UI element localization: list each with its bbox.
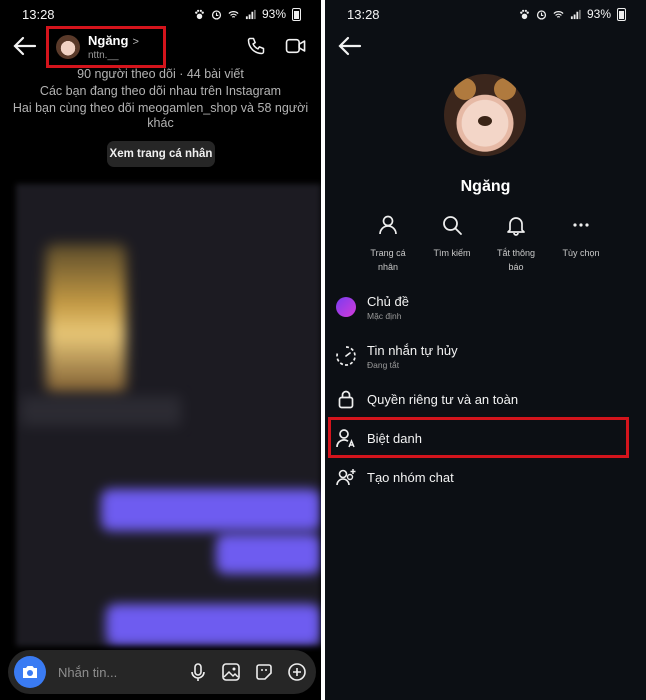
alarm-icon — [211, 9, 222, 20]
status-time: 13:28 — [347, 6, 380, 22]
common-follow-note-cont: khác — [147, 116, 174, 130]
menu-item-theme[interactable]: Chủ đề Mặc định — [325, 287, 646, 327]
battery-percent: 93% — [586, 7, 611, 21]
search-action[interactable]: Tìm kiếm — [422, 214, 482, 260]
video-camera-icon[interactable] — [285, 37, 307, 55]
mutual-follow-note: Các bạn đang theo dõi nhau trên Instagra… — [39, 84, 282, 98]
bell-icon — [507, 217, 525, 236]
profile-action[interactable]: Trang cá nhân — [358, 214, 418, 274]
menu-item-privacy[interactable]: Quyền riêng tư và an toàn — [325, 379, 646, 419]
menu-subtitle: Mặc định — [367, 310, 402, 321]
phone-icon[interactable] — [246, 36, 266, 56]
menu-title: Tin nhắn tự hủy — [367, 342, 458, 358]
microphone-icon[interactable] — [188, 662, 208, 682]
menu-item-create-group[interactable]: Tạo nhóm chat — [325, 457, 646, 497]
action-label-cont: nhân — [377, 262, 399, 272]
message-input[interactable] — [58, 664, 178, 680]
lock-icon — [338, 390, 354, 409]
nickname-highlight — [328, 417, 629, 458]
sticker-icon[interactable] — [254, 662, 274, 682]
paw-icon — [195, 9, 204, 19]
chat-details-screen: 13:28 93% Ngăng Trang cá nhân Tìm kiếm Tắ… — [325, 0, 646, 700]
options-action[interactable]: Tùy chọn — [551, 214, 611, 260]
wifi-icon — [553, 10, 564, 18]
battery-icon — [292, 7, 301, 21]
search-icon — [443, 216, 462, 235]
profile-stats: 90 người theo dõi · 44 bài viết — [77, 67, 244, 81]
action-label: Tắt thông — [496, 248, 536, 258]
chat-user-header[interactable]: Ngăng > nttn.__ — [46, 26, 166, 68]
user-handle: nttn.__ — [88, 50, 119, 61]
camera-button[interactable] — [14, 656, 46, 688]
message-composer — [8, 650, 316, 694]
more-icon — [573, 223, 589, 227]
signal-icon — [570, 9, 581, 19]
profile-name: Ngăng — [460, 178, 511, 195]
signal-icon — [245, 9, 256, 19]
person-icon — [379, 215, 397, 235]
profile-avatar[interactable] — [444, 74, 526, 156]
menu-title: Quyền riêng tư và an toàn — [367, 391, 519, 407]
back-arrow-icon[interactable] — [336, 35, 362, 57]
user-name: Ngăng — [88, 33, 129, 48]
add-circle-icon[interactable] — [287, 662, 307, 682]
status-bar: 13:28 93% — [325, 0, 646, 28]
menu-title: Chủ đề — [367, 293, 409, 309]
avatar — [56, 35, 80, 59]
mute-action[interactable]: Tắt thông báo — [486, 214, 546, 274]
group-add-icon — [336, 469, 356, 486]
back-arrow-icon[interactable] — [11, 35, 37, 57]
battery-icon — [617, 7, 626, 21]
blurred-messages — [16, 184, 321, 646]
status-time: 13:28 — [22, 6, 55, 22]
status-bar: 13:28 93% — [0, 0, 321, 28]
gallery-icon[interactable] — [221, 662, 241, 682]
theme-circle-icon — [336, 297, 356, 317]
chat-screen: 13:28 93% Ngăng > nttn.__ 90 người theo d… — [0, 0, 321, 700]
chevron-right-icon: > — [132, 36, 139, 48]
menu-title: Tạo nhóm chat — [367, 469, 454, 485]
camera-icon — [23, 666, 37, 678]
paw-icon — [520, 9, 529, 19]
view-profile-button[interactable]: Xem trang cá nhân — [107, 141, 215, 167]
action-label: Tùy chọn — [562, 248, 600, 258]
action-label: Tìm kiếm — [433, 248, 471, 258]
wifi-icon — [228, 10, 239, 18]
alarm-icon — [536, 9, 547, 20]
timer-icon — [336, 346, 356, 366]
action-label: Trang cá — [370, 248, 406, 258]
battery-percent: 93% — [261, 7, 286, 21]
menu-subtitle: Đang tắt — [367, 359, 400, 370]
menu-item-vanish-mode[interactable]: Tin nhắn tự hủy Đang tắt — [325, 336, 646, 376]
action-label-cont: báo — [508, 262, 524, 272]
